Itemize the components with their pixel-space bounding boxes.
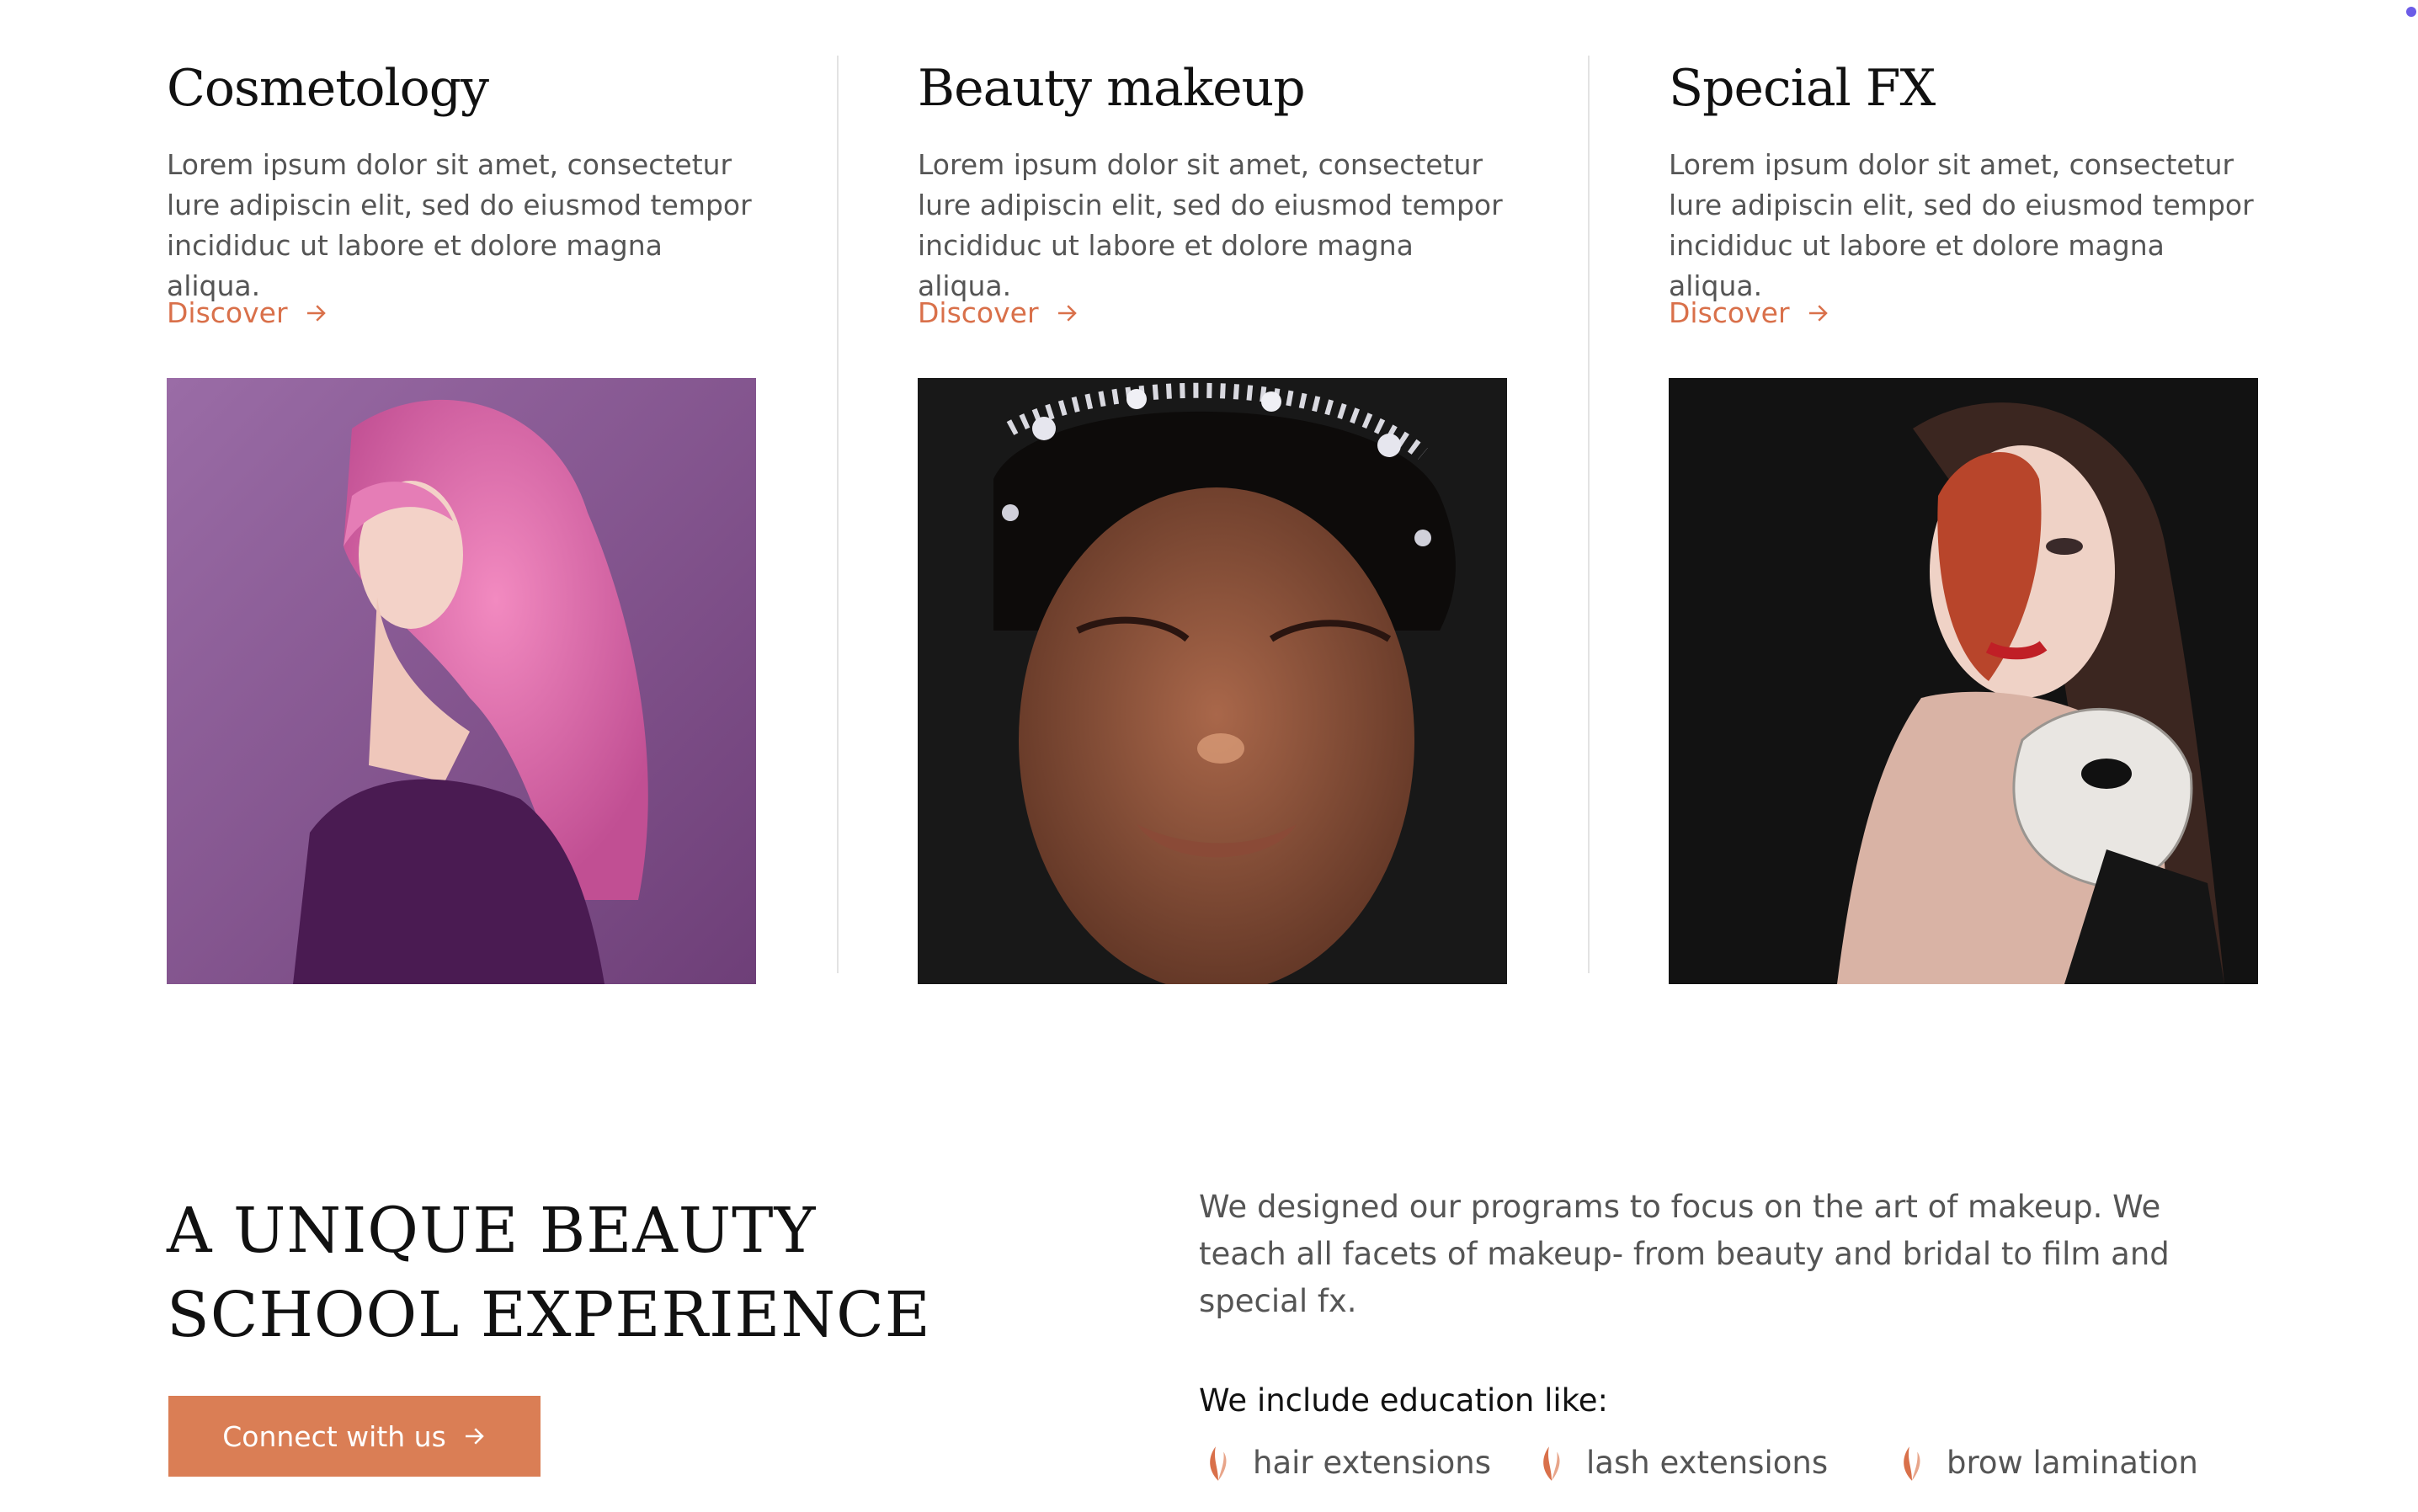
service-description: Lorem ipsum dolor sit amet, consectetur …: [167, 148, 752, 302]
education-item: brow lamination: [1896, 1441, 2198, 1483]
discover-label: Discover: [918, 296, 1039, 329]
service-title: Beauty makeup: [918, 59, 1306, 118]
column-divider: [1588, 56, 1590, 973]
discover-label: Discover: [1669, 296, 1790, 329]
scroll-indicator-dot: [2406, 7, 2416, 17]
section-heading: A UNIQUE BEAUTY SCHOOL EXPERIENCE: [167, 1195, 931, 1351]
discover-label: Discover: [167, 296, 288, 329]
leaf-icon: [1904, 1446, 1920, 1481]
discover-link[interactable]: Discover: [167, 296, 328, 329]
arrow-right-icon: [306, 304, 326, 322]
leaf-icon: [1543, 1446, 1560, 1481]
education-item: lash extensions: [1536, 1441, 1828, 1483]
education-label: We include education like:: [1199, 1382, 1609, 1419]
service-photo: [1669, 378, 2258, 984]
service-description: Lorem ipsum dolor sit amet, consectetur …: [918, 148, 1503, 302]
connect-button-label: Connect with us: [222, 1419, 446, 1453]
arrow-right-icon: [1808, 304, 1828, 322]
education-item-label: hair extensions: [1253, 1444, 1492, 1481]
intro-paragraph: We designed our programs to focus on the…: [1199, 1189, 2170, 1319]
arrow-right-icon: [1057, 304, 1077, 322]
education-item-label: brow lamination: [1947, 1444, 2198, 1481]
discover-link[interactable]: Discover: [1669, 296, 1830, 329]
education-item-label: lash extensions: [1586, 1444, 1829, 1481]
leaf-icon: [1210, 1446, 1227, 1481]
service-photo: [918, 378, 1507, 984]
service-title: Cosmetology: [167, 59, 489, 118]
service-title: Special FX: [1669, 59, 1936, 118]
education-item: hair extensions: [1202, 1441, 1491, 1483]
arrow-right-icon: [465, 1428, 484, 1445]
service-description: Lorem ipsum dolor sit amet, consectetur …: [1669, 148, 2254, 302]
service-photo: [167, 378, 756, 984]
discover-link[interactable]: Discover: [918, 296, 1079, 329]
column-divider: [837, 56, 839, 973]
connect-button[interactable]: Connect with us: [168, 1396, 541, 1477]
